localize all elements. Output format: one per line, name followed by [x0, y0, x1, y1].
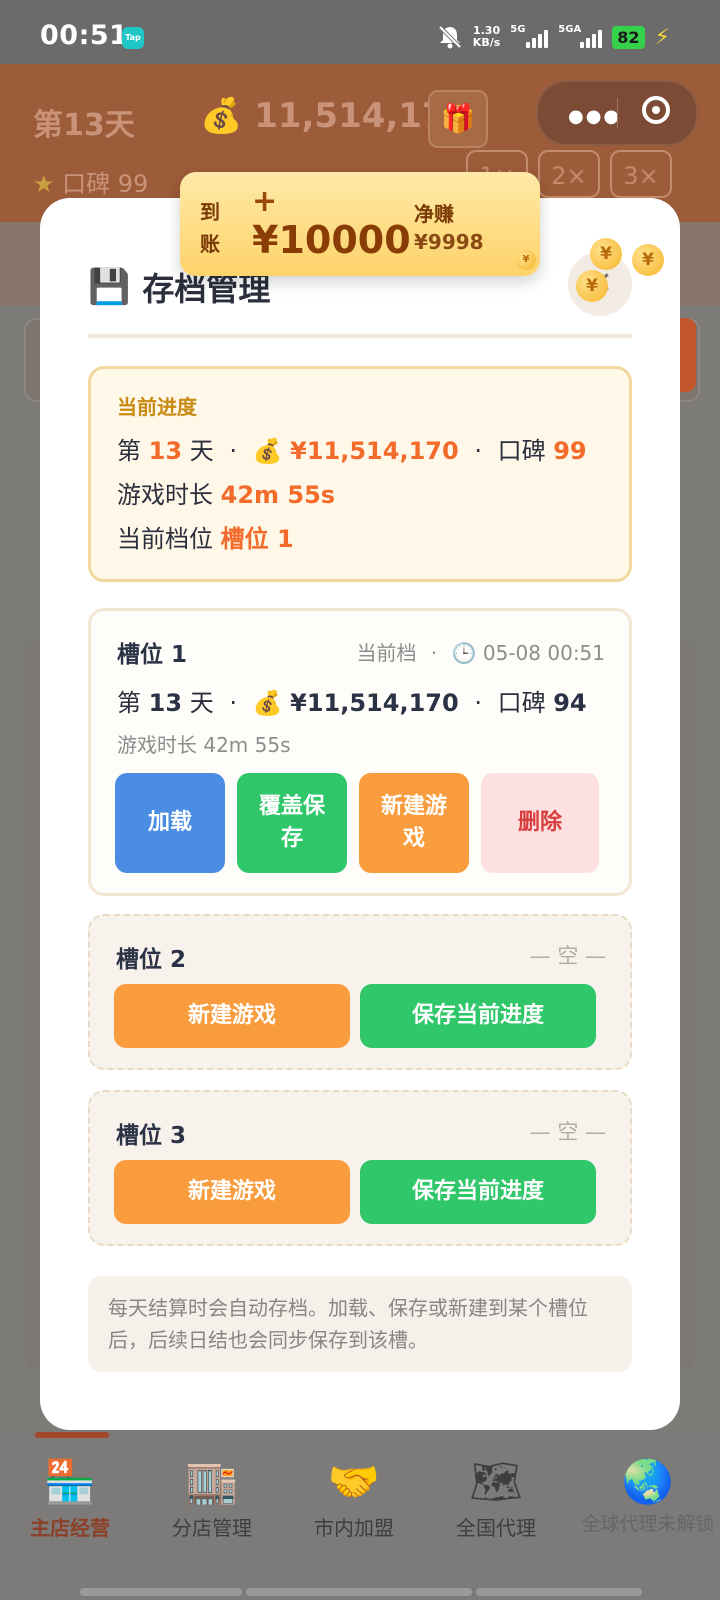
slot-3-title: 槽位 3 — [116, 1123, 187, 1149]
slot-1-stats: 第 13 天 · 💰 ¥11,514,170 · 口碑 94 — [117, 689, 587, 717]
money-bag-icon: 💰 — [252, 437, 283, 465]
nav-item-branch[interactable]: 🏬 分店管理 — [142, 1452, 282, 1541]
floppy-disk-icon: 💾 — [88, 267, 131, 307]
slot-1-meta: 当前档 · 🕒 05-08 00:51 — [356, 641, 605, 665]
map-icon: 🗺 — [469, 1457, 523, 1506]
current-slot: 当前档位 槽位 1 — [117, 525, 294, 553]
toast-net-value: ¥9998 — [414, 230, 484, 254]
slot-3-save-button[interactable]: 保存当前进度 — [360, 1160, 596, 1224]
current-stats: 第 13 天 · 💰 ¥11,514,170 · 口碑 99 — [117, 437, 587, 465]
current-progress-card: 当前进度 第 13 天 · 💰 ¥11,514,170 · 口碑 99 游戏时长… — [88, 366, 632, 582]
slot-1-title: 槽位 1 — [117, 642, 188, 668]
signal-icon-2: 5GA — [558, 24, 603, 50]
toast-net-label: 净赚 — [414, 202, 454, 226]
slot-3-empty-tag: — 空 — — [529, 1120, 606, 1144]
nav-item-global-locked[interactable]: 🌏 全球代理未解锁 — [576, 1452, 720, 1536]
clock-icon: 🕒 — [451, 641, 477, 665]
current-progress-heading: 当前进度 — [117, 395, 197, 419]
handshake-icon: 🤝 — [327, 1457, 381, 1506]
income-toast: 到账 + ¥10000 净赚 ¥9998 — [180, 172, 540, 276]
money-bag-icon: 💰 — [200, 96, 243, 136]
home-indicator — [80, 1588, 242, 1596]
nav-item-franchise[interactable]: 🤝 市内加盟 — [284, 1452, 424, 1541]
current-play-time: 游戏时长 42m 55s — [117, 481, 336, 509]
slot-2-new-game-button[interactable]: 新建游戏 — [114, 984, 350, 1048]
load-button[interactable]: 加载 — [115, 773, 225, 873]
day-counter: 第13天 — [33, 108, 135, 143]
slot-1-play-time: 游戏时长 42m 55s — [117, 733, 291, 757]
globe-icon: 🌏 — [621, 1457, 675, 1506]
slot-2-card: 槽位 2 — 空 — 新建游戏 保存当前进度 — [88, 914, 632, 1070]
money-bag-icon: 💰 — [252, 689, 283, 717]
coin-icon: ¥ — [576, 270, 608, 302]
signal-icon: 5G — [510, 24, 549, 50]
slot-2-save-button[interactable]: 保存当前进度 — [360, 984, 596, 1048]
status-icons: 1.30 KB/s 5G 5GA 82 ⚡ — [437, 22, 670, 52]
building-icon: 🏬 — [185, 1457, 239, 1506]
coin-icon: ¥ — [516, 250, 536, 270]
home-indicator — [246, 1588, 472, 1596]
convenience-store-icon: 🏪 — [43, 1457, 97, 1506]
status-bar: 00:51 Tap 1.30 KB/s 5G 5GA 82 ⚡ — [0, 0, 720, 64]
nav-active-indicator — [35, 1432, 109, 1438]
battery-icon: 82 — [612, 25, 645, 49]
slot-2-empty-tag: — 空 — — [529, 944, 606, 968]
home-indicator — [476, 1588, 642, 1596]
delete-button[interactable]: 删除 — [481, 773, 599, 873]
taptap-app-icon: Tap — [122, 27, 144, 49]
reputation-display: ★ 口碑 99 — [33, 170, 149, 198]
slot-3-new-game-button[interactable]: 新建游戏 — [114, 1160, 350, 1224]
status-time: 00:51 — [40, 20, 129, 51]
speed-3x[interactable]: 3× — [610, 150, 672, 198]
toast-label: 到账 — [200, 200, 220, 256]
bottom-nav: 🏪 主店经营 🏬 分店管理 🤝 市内加盟 🗺 全国代理 🌏 全球代理未解锁 — [0, 1432, 720, 1600]
charging-bolt-icon: ⚡ — [654, 24, 670, 50]
slot-3-card: 槽位 3 — 空 — 新建游戏 保存当前进度 — [88, 1090, 632, 1246]
overwrite-save-button[interactable]: 覆盖保存 — [237, 773, 347, 873]
toast-amount: ¥10000 — [252, 218, 411, 262]
new-game-button[interactable]: 新建游戏 — [359, 773, 469, 873]
autosave-note: 每天结算时会自动存档。加载、保存或新建到某个槽位后，后续日结也会同步保存到该槽。 — [88, 1276, 632, 1372]
nav-item-main-store[interactable]: 🏪 主店经营 — [0, 1452, 140, 1541]
nav-item-national[interactable]: 🗺 全国代理 — [426, 1452, 566, 1541]
slot-2-title: 槽位 2 — [116, 947, 187, 973]
star-icon: ★ — [33, 170, 55, 198]
mute-bell-icon — [438, 25, 462, 49]
speed-2x[interactable]: 2× — [538, 150, 600, 198]
divider — [88, 334, 632, 338]
toast-plus: + — [252, 184, 278, 219]
coin-icon: ¥ — [632, 244, 664, 276]
coin-icon: ¥ — [590, 238, 622, 270]
close-miniapp-icon[interactable] — [642, 96, 670, 124]
slot-1-card: 槽位 1 当前档 · 🕒 05-08 00:51 第 13 天 · 💰 ¥11,… — [88, 608, 632, 896]
more-icon[interactable]: ●●● — [568, 106, 621, 127]
miniapp-capsule[interactable]: ●●● — [536, 80, 698, 146]
network-speed: 1.30 KB/s — [472, 24, 501, 49]
gift-icon[interactable]: 🎁 — [428, 90, 488, 148]
save-management-modal: 💾 存档管理 ✕ 当前进度 第 13 天 · 💰 ¥11,514,170 · 口… — [40, 198, 680, 1430]
